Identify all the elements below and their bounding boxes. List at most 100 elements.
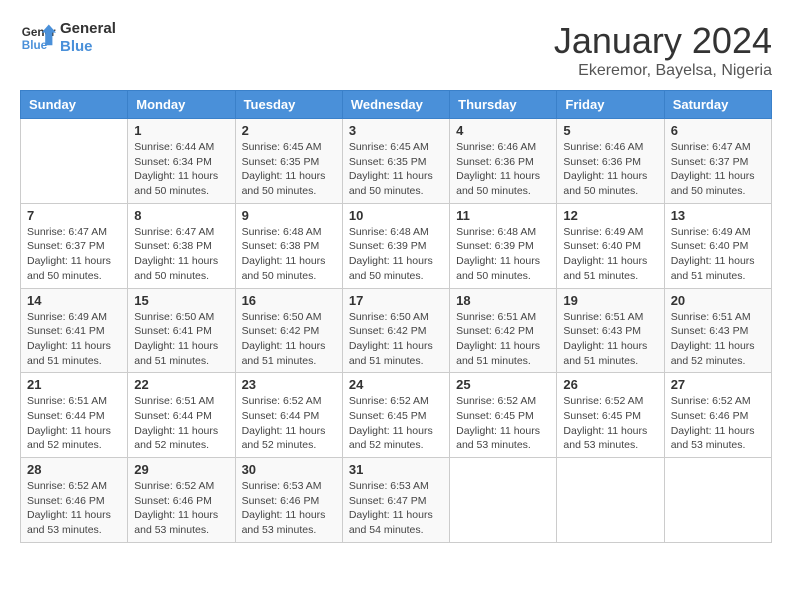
calendar-cell: 17 Sunrise: 6:50 AM Sunset: 6:42 PM Dayli… (342, 288, 449, 373)
day-number: 8 (134, 208, 228, 223)
day-number: 21 (27, 377, 121, 392)
day-number: 17 (349, 293, 443, 308)
calendar-cell: 2 Sunrise: 6:45 AM Sunset: 6:35 PM Daylig… (235, 119, 342, 204)
calendar-cell: 13 Sunrise: 6:49 AM Sunset: 6:40 PM Dayli… (664, 203, 771, 288)
day-number: 31 (349, 462, 443, 477)
calendar-cell (21, 119, 128, 204)
calendar-cell: 20Sunrise: 6:51 AM Sunset: 6:43 PM Dayli… (664, 288, 771, 373)
week-row-2: 7Sunrise: 6:47 AM Sunset: 6:37 PM Daylig… (21, 203, 772, 288)
day-info: Sunrise: 6:51 AM Sunset: 6:43 PM Dayligh… (671, 310, 765, 369)
day-number: 24 (349, 377, 443, 392)
subtitle: Ekeremor, Bayelsa, Nigeria (554, 62, 772, 80)
day-info: Sunrise: 6:44 AM Sunset: 6:34 PM Dayligh… (134, 140, 228, 199)
calendar-cell: 4 Sunrise: 6:46 AM Sunset: 6:36 PM Daylig… (450, 119, 557, 204)
day-info: Sunrise: 6:51 AM Sunset: 6:44 PM Dayligh… (134, 394, 228, 453)
day-number: 3 (349, 123, 443, 138)
day-info: Sunrise: 6:50 AM Sunset: 6:42 PM Dayligh… (349, 310, 443, 369)
day-number: 10 (349, 208, 443, 223)
day-number: 2 (242, 123, 336, 138)
day-number: 22 (134, 377, 228, 392)
day-info: Sunrise: 6:52 AM Sunset: 6:46 PM Dayligh… (671, 394, 765, 453)
day-info: Sunrise: 6:45 AM Sunset: 6:35 PM Dayligh… (349, 140, 443, 199)
calendar-cell: 25 Sunrise: 6:52 AM Sunset: 6:45 PM Dayli… (450, 373, 557, 458)
calendar-cell: 27Sunrise: 6:52 AM Sunset: 6:46 PM Dayli… (664, 373, 771, 458)
day-number: 29 (134, 462, 228, 477)
day-number: 11 (456, 208, 550, 223)
day-number: 19 (563, 293, 657, 308)
calendar-cell: 8 Sunrise: 6:47 AM Sunset: 6:38 PM Daylig… (128, 203, 235, 288)
calendar-header: SundayMondayTuesdayWednesdayThursdayFrid… (21, 91, 772, 119)
calendar-cell: 16 Sunrise: 6:50 AM Sunset: 6:42 PM Dayli… (235, 288, 342, 373)
day-number: 25 (456, 377, 550, 392)
logo: General Blue General Blue (20, 20, 116, 56)
day-number: 26 (563, 377, 657, 392)
calendar-cell: 28Sunrise: 6:52 AM Sunset: 6:46 PM Dayli… (21, 458, 128, 543)
day-number: 16 (242, 293, 336, 308)
day-number: 7 (27, 208, 121, 223)
calendar-cell: 22 Sunrise: 6:51 AM Sunset: 6:44 PM Dayli… (128, 373, 235, 458)
calendar-cell: 3 Sunrise: 6:45 AM Sunset: 6:35 PM Daylig… (342, 119, 449, 204)
day-info: Sunrise: 6:52 AM Sunset: 6:44 PM Dayligh… (242, 394, 336, 453)
calendar-cell: 14 Sunrise: 6:49 AM Sunset: 6:41 PM Dayli… (21, 288, 128, 373)
week-row-3: 14 Sunrise: 6:49 AM Sunset: 6:41 PM Dayli… (21, 288, 772, 373)
calendar-cell (557, 458, 664, 543)
day-info: Sunrise: 6:47 AM Sunset: 6:38 PM Dayligh… (134, 225, 228, 284)
calendar-cell: 29 Sunrise: 6:52 AM Sunset: 6:46 PM Dayli… (128, 458, 235, 543)
calendar-cell: 15 Sunrise: 6:50 AM Sunset: 6:41 PM Dayli… (128, 288, 235, 373)
day-info: Sunrise: 6:48 AM Sunset: 6:38 PM Dayligh… (242, 225, 336, 284)
day-number: 14 (27, 293, 121, 308)
calendar-cell (664, 458, 771, 543)
day-number: 9 (242, 208, 336, 223)
day-info: Sunrise: 6:52 AM Sunset: 6:45 PM Dayligh… (349, 394, 443, 453)
day-number: 30 (242, 462, 336, 477)
calendar-cell: 1 Sunrise: 6:44 AM Sunset: 6:34 PM Daylig… (128, 119, 235, 204)
week-row-1: 1 Sunrise: 6:44 AM Sunset: 6:34 PM Daylig… (21, 119, 772, 204)
header-day-sunday: Sunday (21, 91, 128, 119)
day-info: Sunrise: 6:52 AM Sunset: 6:45 PM Dayligh… (456, 394, 550, 453)
day-info: Sunrise: 6:51 AM Sunset: 6:44 PM Dayligh… (27, 394, 121, 453)
day-info: Sunrise: 6:49 AM Sunset: 6:40 PM Dayligh… (671, 225, 765, 284)
calendar-cell: 24 Sunrise: 6:52 AM Sunset: 6:45 PM Dayli… (342, 373, 449, 458)
day-info: Sunrise: 6:49 AM Sunset: 6:41 PM Dayligh… (27, 310, 121, 369)
page-header: General Blue General Blue January 2024 E… (20, 20, 772, 80)
header-row: SundayMondayTuesdayWednesdayThursdayFrid… (21, 91, 772, 119)
day-number: 5 (563, 123, 657, 138)
calendar-cell (450, 458, 557, 543)
day-info: Sunrise: 6:45 AM Sunset: 6:35 PM Dayligh… (242, 140, 336, 199)
calendar-cell: 23Sunrise: 6:52 AM Sunset: 6:44 PM Dayli… (235, 373, 342, 458)
day-info: Sunrise: 6:50 AM Sunset: 6:42 PM Dayligh… (242, 310, 336, 369)
day-info: Sunrise: 6:46 AM Sunset: 6:36 PM Dayligh… (456, 140, 550, 199)
logo-general: General (60, 20, 116, 38)
day-info: Sunrise: 6:52 AM Sunset: 6:46 PM Dayligh… (27, 479, 121, 538)
day-info: Sunrise: 6:48 AM Sunset: 6:39 PM Dayligh… (456, 225, 550, 284)
calendar-cell: 11 Sunrise: 6:48 AM Sunset: 6:39 PM Dayli… (450, 203, 557, 288)
calendar-table: SundayMondayTuesdayWednesdayThursdayFrid… (20, 90, 772, 543)
calendar-cell: 19Sunrise: 6:51 AM Sunset: 6:43 PM Dayli… (557, 288, 664, 373)
day-info: Sunrise: 6:53 AM Sunset: 6:47 PM Dayligh… (349, 479, 443, 538)
week-row-4: 21 Sunrise: 6:51 AM Sunset: 6:44 PM Dayli… (21, 373, 772, 458)
week-row-5: 28Sunrise: 6:52 AM Sunset: 6:46 PM Dayli… (21, 458, 772, 543)
calendar-body: 1 Sunrise: 6:44 AM Sunset: 6:34 PM Daylig… (21, 119, 772, 543)
day-number: 13 (671, 208, 765, 223)
day-info: Sunrise: 6:50 AM Sunset: 6:41 PM Dayligh… (134, 310, 228, 369)
calendar-cell: 26Sunrise: 6:52 AM Sunset: 6:45 PM Dayli… (557, 373, 664, 458)
title-section: January 2024 Ekeremor, Bayelsa, Nigeria (554, 20, 772, 80)
calendar-cell: 31 Sunrise: 6:53 AM Sunset: 6:47 PM Dayli… (342, 458, 449, 543)
header-day-wednesday: Wednesday (342, 91, 449, 119)
calendar-cell: 10Sunrise: 6:48 AM Sunset: 6:39 PM Dayli… (342, 203, 449, 288)
calendar-cell: 21 Sunrise: 6:51 AM Sunset: 6:44 PM Dayli… (21, 373, 128, 458)
header-day-thursday: Thursday (450, 91, 557, 119)
logo-icon: General Blue (20, 20, 56, 56)
day-number: 4 (456, 123, 550, 138)
day-number: 6 (671, 123, 765, 138)
day-number: 18 (456, 293, 550, 308)
day-info: Sunrise: 6:52 AM Sunset: 6:46 PM Dayligh… (134, 479, 228, 538)
calendar-cell: 9 Sunrise: 6:48 AM Sunset: 6:38 PM Daylig… (235, 203, 342, 288)
header-day-saturday: Saturday (664, 91, 771, 119)
day-number: 12 (563, 208, 657, 223)
day-number: 15 (134, 293, 228, 308)
calendar-cell: 5Sunrise: 6:46 AM Sunset: 6:36 PM Daylig… (557, 119, 664, 204)
day-number: 1 (134, 123, 228, 138)
day-info: Sunrise: 6:49 AM Sunset: 6:40 PM Dayligh… (563, 225, 657, 284)
calendar-cell: 18Sunrise: 6:51 AM Sunset: 6:42 PM Dayli… (450, 288, 557, 373)
